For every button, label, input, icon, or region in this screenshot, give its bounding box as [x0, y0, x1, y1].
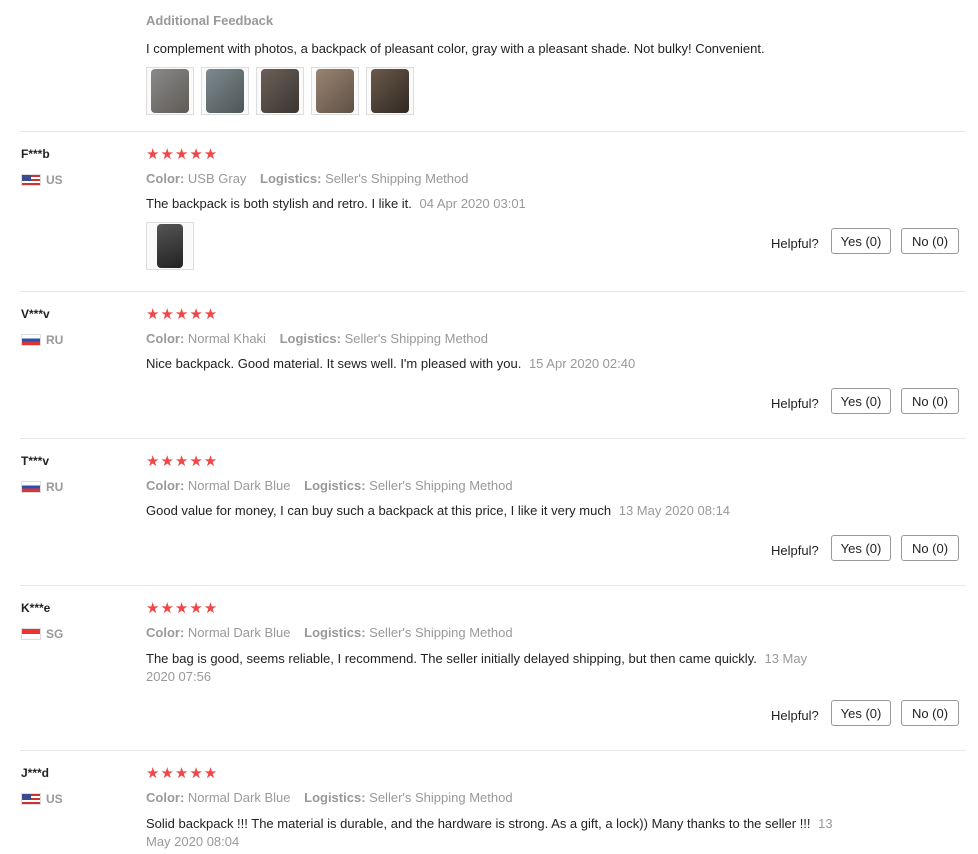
- color-value: Normal Dark Blue: [187, 478, 291, 493]
- review-meta: Color: Normal Dark Blue Logistics: Selle…: [146, 478, 513, 493]
- helpful-label: Helpful?: [771, 236, 819, 251]
- color-label: Color:: [146, 790, 185, 805]
- review-body: The bag is good, seems reliable, I recom…: [146, 651, 757, 666]
- color-label: Color:: [146, 625, 185, 640]
- review-date-continued: 2020 07:56: [146, 669, 212, 684]
- helpful-label: Helpful?: [771, 708, 819, 723]
- review-photo[interactable]: [146, 67, 194, 115]
- ru-flag-icon: [21, 481, 41, 493]
- review-divider: [20, 291, 966, 292]
- country-code: RU: [46, 480, 64, 494]
- reviewer-country: US: [21, 792, 63, 806]
- reviewer-name: J***d: [21, 766, 50, 780]
- helpful-label: Helpful?: [771, 396, 819, 411]
- ru-flag-icon: [21, 334, 41, 346]
- additional-feedback-heading: Additional Feedback: [146, 13, 274, 28]
- helpful-no-button[interactable]: No (0): [901, 228, 959, 254]
- reviewer-country: US: [21, 173, 63, 187]
- review-photo[interactable]: [146, 222, 194, 270]
- review-date: 13 May: [764, 651, 808, 666]
- color-label: Color:: [146, 171, 185, 186]
- review-meta: Color: USB Gray Logistics: Seller's Ship…: [146, 171, 468, 186]
- sg-flag-icon: [21, 628, 41, 640]
- star-rating: ★★★★★: [146, 306, 219, 323]
- logistics-label: Logistics:: [304, 625, 366, 640]
- logistics-value: Seller's Shipping Method: [369, 790, 513, 805]
- review-text: The bag is good, seems reliable, I recom…: [146, 650, 866, 686]
- country-code: US: [46, 792, 63, 806]
- review-text: Nice backpack. Good material. It sews we…: [146, 356, 635, 371]
- review-body: Good value for money, I can buy such a b…: [146, 503, 612, 518]
- review-body: Nice backpack. Good material. It sews we…: [146, 356, 522, 371]
- review-divider: [20, 585, 966, 586]
- review-text: Solid backpack !!! The material is durab…: [146, 815, 886, 851]
- review-meta: Color: Normal Dark Blue Logistics: Selle…: [146, 790, 513, 805]
- review-divider: [20, 438, 966, 439]
- reviewer-country: RU: [21, 333, 63, 347]
- review-divider: [20, 131, 966, 132]
- review-date: 15 Apr 2020 02:40: [528, 356, 636, 371]
- us-flag-icon: [21, 793, 41, 805]
- color-value: Normal Dark Blue: [187, 625, 291, 640]
- color-value: Normal Dark Blue: [187, 790, 291, 805]
- helpful-label: Helpful?: [771, 543, 819, 558]
- reviewer-name: F***b: [21, 147, 50, 161]
- color-value: USB Gray: [187, 171, 247, 186]
- review-date: 04 Apr 2020 03:01: [419, 196, 526, 211]
- review-photo[interactable]: [256, 67, 304, 115]
- helpful-yes-button[interactable]: Yes (0): [831, 700, 891, 726]
- review-body: The backpack is both stylish and retro. …: [146, 196, 412, 211]
- reviewer-country: SG: [21, 627, 63, 641]
- country-code: US: [46, 173, 63, 187]
- logistics-value: Seller's Shipping Method: [369, 478, 513, 493]
- helpful-no-button[interactable]: No (0): [901, 535, 959, 561]
- additional-feedback-text: I complement with photos, a backpack of …: [146, 41, 765, 56]
- reviewer-name: K***e: [21, 601, 51, 615]
- reviewer-name: T***v: [21, 454, 50, 468]
- logistics-value: Seller's Shipping Method: [344, 331, 488, 346]
- review-date: 13 May 2020 08:14: [618, 503, 731, 518]
- helpful-yes-button[interactable]: Yes (0): [831, 535, 891, 561]
- logistics-label: Logistics:: [304, 478, 366, 493]
- color-label: Color:: [146, 478, 185, 493]
- country-code: RU: [46, 333, 64, 347]
- logistics-value: Seller's Shipping Method: [325, 171, 469, 186]
- review-divider: [20, 750, 966, 751]
- helpful-no-button[interactable]: No (0): [901, 388, 959, 414]
- review-date: 13: [818, 816, 833, 831]
- star-rating: ★★★★★: [146, 453, 219, 470]
- review-body: Solid backpack !!! The material is durab…: [146, 816, 811, 831]
- star-rating: ★★★★★: [146, 765, 219, 782]
- us-flag-icon: [21, 174, 41, 186]
- logistics-label: Logistics:: [260, 171, 322, 186]
- reviewer-country: RU: [21, 480, 63, 494]
- logistics-label: Logistics:: [279, 331, 341, 346]
- review-photo[interactable]: [201, 67, 249, 115]
- review-photo[interactable]: [366, 67, 414, 115]
- review-text: The backpack is both stylish and retro. …: [146, 196, 526, 211]
- review-text: Good value for money, I can buy such a b…: [146, 503, 730, 518]
- color-value: Normal Khaki: [187, 331, 266, 346]
- helpful-no-button[interactable]: No (0): [901, 700, 959, 726]
- logistics-label: Logistics:: [304, 790, 366, 805]
- logistics-value: Seller's Shipping Method: [369, 625, 513, 640]
- review-meta: Color: Normal Khaki Logistics: Seller's …: [146, 331, 488, 346]
- star-rating: ★★★★★: [146, 600, 219, 617]
- helpful-yes-button[interactable]: Yes (0): [831, 228, 891, 254]
- star-rating: ★★★★★: [146, 146, 219, 163]
- review-photo[interactable]: [311, 67, 359, 115]
- reviewer-name: V***v: [21, 307, 50, 321]
- review-date-continued: May 2020 08:04: [146, 834, 240, 849]
- helpful-yes-button[interactable]: Yes (0): [831, 388, 891, 414]
- color-label: Color:: [146, 331, 185, 346]
- country-code: SG: [46, 627, 64, 641]
- review-meta: Color: Normal Dark Blue Logistics: Selle…: [146, 625, 513, 640]
